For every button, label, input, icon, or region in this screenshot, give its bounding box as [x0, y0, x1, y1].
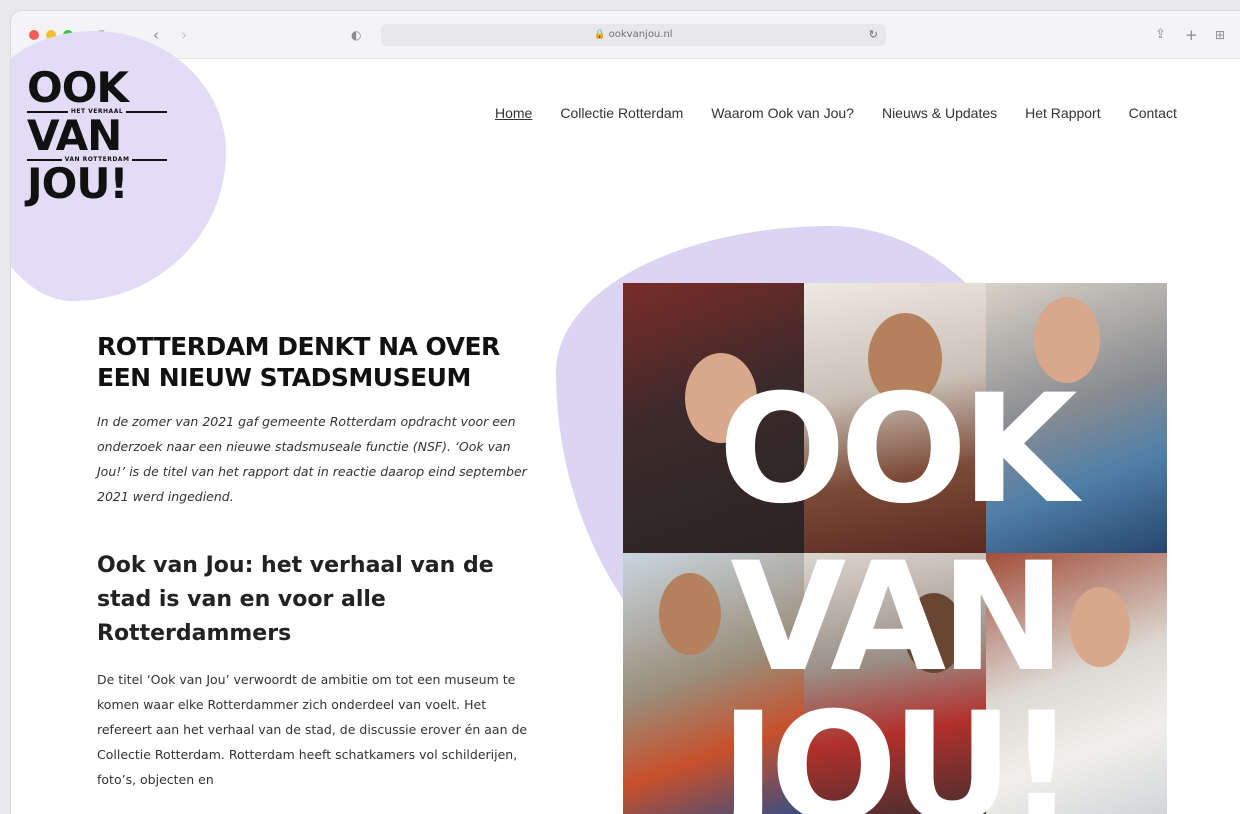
nav-contact[interactable]: Contact: [1129, 105, 1177, 121]
main-navigation: Home Collectie Rotterdam Waarom Ook van …: [495, 105, 1177, 121]
page-title: ROTTERDAM DENKT NA OVER EEN NIEUW STADSM…: [97, 332, 500, 392]
url-text: ookvanjou.nl: [608, 29, 673, 40]
browser-window: ▯ ⌄ ‹ › ◐ ▢ 🔒ookvanjou.nl ↻ ⇪ + ⊞ OOK HE…: [10, 10, 1240, 814]
share-icon[interactable]: ⇪: [1155, 25, 1166, 45]
lock-icon: 🔒: [594, 30, 606, 40]
plus-icon[interactable]: +: [1185, 25, 1198, 45]
main-content: ROTTERDAM DENKT NA OVER EEN NIEUW STADSM…: [97, 331, 537, 792]
logo-line-van: VAN: [27, 111, 122, 160]
nav-home[interactable]: Home: [495, 105, 532, 121]
chevron-right-icon[interactable]: ›: [181, 25, 187, 45]
nav-nieuws-updates[interactable]: Nieuws & Updates: [882, 105, 997, 121]
hero-word-ook: OOK: [718, 363, 1077, 537]
grid-icon[interactable]: ⊞: [1215, 25, 1225, 45]
hero-title-overlay: OOK VAN JOU!: [623, 283, 1167, 814]
chevron-left-icon[interactable]: ‹: [153, 25, 159, 45]
logo-line-jou: JOU!: [27, 159, 129, 208]
hero-photo-collage: OOK VAN JOU!: [623, 283, 1167, 814]
intro-text: In de zomer van 2021 gaf gemeente Rotter…: [97, 414, 527, 504]
browser-toolbar: ▯ ⌄ ‹ › ◐ ▢ 🔒ookvanjou.nl ↻ ⇪ + ⊞: [11, 11, 1240, 59]
address-bar[interactable]: 🔒 ookvanjou.nl ↻: [381, 24, 886, 46]
nav-waarom-ook-van-jou[interactable]: Waarom Ook van Jou?: [711, 105, 854, 121]
reload-icon[interactable]: ↻: [869, 24, 878, 46]
close-window-button[interactable]: [29, 30, 39, 40]
shield-icon[interactable]: ◐: [351, 25, 361, 45]
nav-collectie-rotterdam[interactable]: Collectie Rotterdam: [560, 105, 683, 121]
logo-line-ook: OOK: [27, 63, 129, 112]
site-logo[interactable]: OOK HET VERHAAL VAN VAN ROTTERDAM JOU!: [27, 63, 168, 208]
hero-word-jou: JOU!: [720, 681, 1076, 814]
body-text: De titel ‘Ook van Jou’ verwoordt de ambi…: [97, 672, 528, 787]
nav-het-rapport[interactable]: Het Rapport: [1025, 105, 1100, 121]
hero-word-van: VAN: [730, 531, 1066, 705]
section-heading: Ook van Jou: het verhaal van de stad is …: [97, 553, 494, 646]
